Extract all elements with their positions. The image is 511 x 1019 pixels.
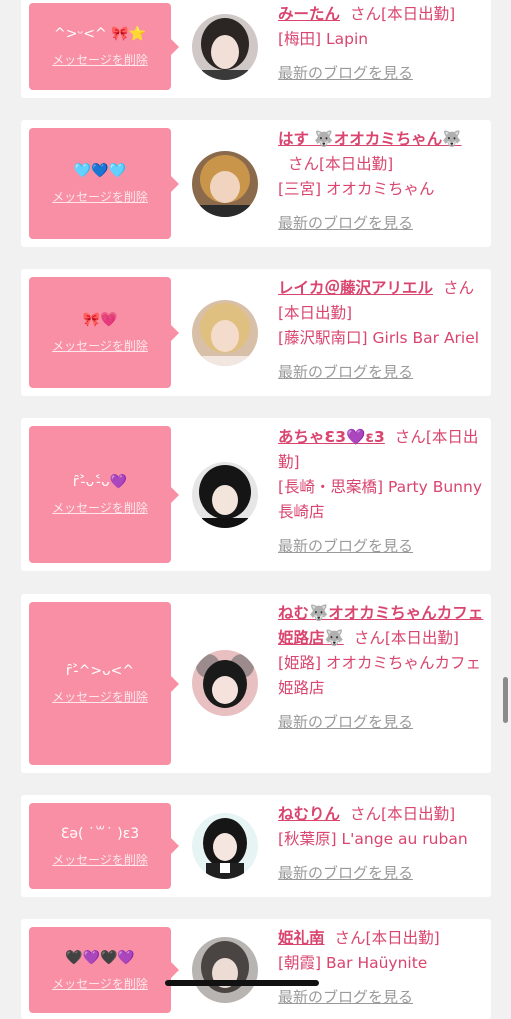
latest-blog-link[interactable]: 最新のブログを見る <box>278 534 486 559</box>
message-card: 🩵💙🩵 メッセージを削除 はす 🐺オオカミちゃん🐺 さん[本日出勤] [三宮] オ… <box>21 120 491 247</box>
honorific: さん <box>350 805 382 823</box>
delete-message-link[interactable]: メッセージを削除 <box>52 499 148 516</box>
latest-blog-link[interactable]: 最新のブログを見る <box>278 985 486 1010</box>
honorific: さん <box>288 155 320 173</box>
message-card: ^>ᵕ<^ 🎀⭐️ メッセージを削除 みーたん さん[本日出勤] [梅田] Lap… <box>21 0 491 98</box>
latest-blog-link[interactable]: 最新のブログを見る <box>278 211 486 236</box>
girl-name-link[interactable]: あちゃƐ3💜ɛ3 <box>278 428 385 446</box>
work-status: [本日出勤] <box>278 304 353 322</box>
avatar[interactable] <box>192 937 258 1003</box>
profile-info: あちゃƐ3💜ɛ3 さん[本日出勤] [長崎・思案橋] Party Bunny 長崎… <box>278 425 486 559</box>
message-text: 🖤💜🖤💜 <box>65 949 135 966</box>
message-bubble: Ɛə( ˙꒳˙ )ɛ3 メッセージを削除 <box>29 803 179 889</box>
delete-message-link[interactable]: メッセージを削除 <box>52 975 148 992</box>
work-status: [本日出勤] <box>365 929 440 947</box>
work-status: [本日出勤] <box>319 155 394 173</box>
message-card: ȓ˃̵ᴗ˂̵ᴗ💜 メッセージを削除 あちゃƐ3💜ɛ3 さん[本日出勤] [長崎・思… <box>21 418 491 571</box>
avatar[interactable] <box>192 462 258 528</box>
shop-info: [朝霞] Bar Haüynite <box>278 954 428 972</box>
profile-info: ねむりん さん[本日出勤] [秋葉原] L'ange au ruban 最新のブロ… <box>278 802 486 886</box>
message-card: 🖤💜🖤💜 メッセージを削除 姫礼南 さん[本日出勤] [朝霞] Bar Haüyn… <box>21 919 491 1019</box>
scrollbar[interactable] <box>503 677 508 723</box>
message-bubble: ȓ˃̵^>ᴗ<^ メッセージを削除 <box>29 602 179 765</box>
delete-message-link[interactable]: メッセージを削除 <box>52 188 148 205</box>
delete-message-link[interactable]: メッセージを削除 <box>52 51 148 68</box>
avatar[interactable] <box>192 650 258 716</box>
latest-blog-link[interactable]: 最新のブログを見る <box>278 710 486 735</box>
work-status: [本日出勤] <box>381 805 456 823</box>
message-text: ȓ˃̵ᴗ˂̵ᴗ💜 <box>72 474 128 490</box>
latest-blog-link[interactable]: 最新のブログを見る <box>278 61 486 86</box>
girl-name-link[interactable]: はす 🐺オオカミちゃん🐺 <box>278 130 462 148</box>
delete-message-link[interactable]: メッセージを削除 <box>52 337 148 354</box>
avatar[interactable] <box>192 14 258 80</box>
message-text: ȓ˃̵^>ᴗ<^ <box>65 663 135 679</box>
message-bubble: 🩵💙🩵 メッセージを削除 <box>29 128 179 239</box>
profile-info: ねむ🐺オオカミちゃんカフェ姫路店🐺 さん[本日出勤] [姫路] オオカミちゃんカフ… <box>278 601 486 735</box>
shop-info: [藤沢駅南口] Girls Bar Ariel <box>278 329 480 347</box>
profile-info: レイカ＠藤沢アリエル さん [本日出勤] [藤沢駅南口] Girls Bar Ari… <box>278 276 486 385</box>
work-status: [本日出勤] <box>381 5 456 23</box>
avatar[interactable] <box>192 300 258 366</box>
message-bubble: ^>ᵕ<^ 🎀⭐️ メッセージを削除 <box>29 3 179 90</box>
message-text: 🎀💗 <box>82 312 118 328</box>
home-indicator[interactable] <box>165 980 319 986</box>
girl-name-link[interactable]: ねむりん <box>278 805 340 823</box>
delete-message-link[interactable]: メッセージを削除 <box>52 688 148 705</box>
honorific: さん <box>443 279 475 297</box>
message-bubble: 🎀💗 メッセージを削除 <box>29 277 179 388</box>
message-text: Ɛə( ˙꒳˙ )ɛ3 <box>60 825 140 842</box>
message-card: Ɛə( ˙꒳˙ )ɛ3 メッセージを削除 ねむりん さん[本日出勤] [秋葉原] … <box>21 795 491 897</box>
latest-blog-link[interactable]: 最新のブログを見る <box>278 360 486 385</box>
message-bubble: 🖤💜🖤💜 メッセージを削除 <box>29 927 179 1013</box>
girl-name-link[interactable]: 姫礼南 <box>278 929 325 947</box>
shop-info: [長崎・思案橋] Party Bunny 長崎店 <box>278 478 482 521</box>
latest-blog-link[interactable]: 最新のブログを見る <box>278 861 486 886</box>
message-card: 🎀💗 メッセージを削除 レイカ＠藤沢アリエル さん [本日出勤] [藤沢駅南口] G… <box>21 269 491 396</box>
shop-info: [秋葉原] L'ange au ruban <box>278 830 468 848</box>
honorific: さん <box>334 929 366 947</box>
delete-message-link[interactable]: メッセージを削除 <box>52 851 148 868</box>
message-text: 🩵💙🩵 <box>73 163 127 179</box>
shop-info: [梅田] Lapin <box>278 30 369 48</box>
avatar[interactable] <box>192 151 258 217</box>
girl-name-link[interactable]: みーたん <box>278 5 340 23</box>
message-text: ^>ᵕ<^ 🎀⭐️ <box>53 26 147 42</box>
honorific: さん <box>350 5 382 23</box>
profile-info: 姫礼南 さん[本日出勤] [朝霞] Bar Haüynite 最新のブログを見る <box>278 926 486 1010</box>
work-status: [本日出勤] <box>384 629 459 647</box>
honorific: さん <box>353 629 385 647</box>
message-bubble: ȓ˃̵ᴗ˂̵ᴗ💜 メッセージを削除 <box>29 426 179 563</box>
message-card: ȓ˃̵^>ᴗ<^ メッセージを削除 ねむ🐺オオカミちゃんカフェ姫路店🐺 さん[本日… <box>21 594 491 773</box>
profile-info: はす 🐺オオカミちゃん🐺 さん[本日出勤] [三宮] オオカミちゃん 最新のブログ… <box>278 127 486 236</box>
girl-name-link[interactable]: レイカ＠藤沢アリエル <box>278 279 433 297</box>
honorific: さん <box>394 428 426 446</box>
profile-info: みーたん さん[本日出勤] [梅田] Lapin 最新のブログを見る <box>278 2 486 86</box>
avatar[interactable] <box>192 813 258 879</box>
shop-info: [姫路] オオカミちゃんカフェ姫路店 <box>278 654 482 697</box>
shop-info: [三宮] オオカミちゃん <box>278 180 435 198</box>
